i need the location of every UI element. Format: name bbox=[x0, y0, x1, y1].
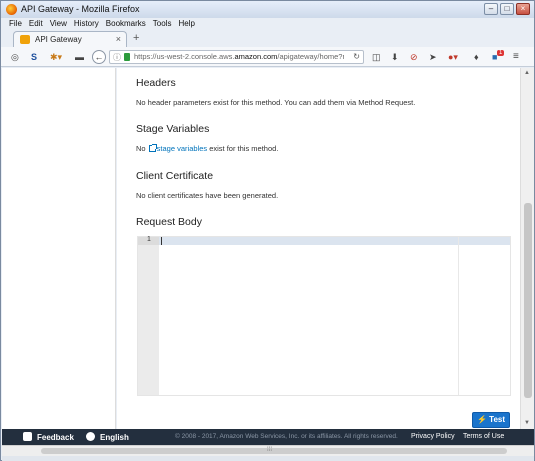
active-line bbox=[138, 237, 510, 245]
status-bar bbox=[2, 456, 534, 461]
new-tab-button[interactable]: + bbox=[133, 32, 139, 44]
title-bar: API Gateway - Mozilla Firefox – □ × bbox=[1, 1, 534, 18]
language-selector[interactable]: English bbox=[100, 433, 129, 442]
navigation-bar: ◎ S ✱▾ ▬ ← ⓘ https://us-west-2.console.a… bbox=[1, 47, 534, 67]
tab-bar: API Gateway × + bbox=[1, 30, 534, 47]
extension-icon[interactable]: ✱▾ bbox=[50, 52, 62, 62]
menu-file[interactable]: File bbox=[9, 18, 22, 30]
text-cursor bbox=[161, 237, 162, 245]
request-body-editor[interactable]: 1 bbox=[137, 236, 511, 396]
skype-icon[interactable]: S bbox=[31, 52, 37, 62]
feedback-icon bbox=[23, 432, 32, 441]
back-button[interactable]: ← bbox=[92, 50, 106, 64]
privacy-policy-link[interactable]: Privacy Policy bbox=[411, 433, 455, 440]
menu-tools[interactable]: Tools bbox=[153, 18, 172, 30]
menu-bookmarks[interactable]: Bookmarks bbox=[106, 18, 146, 30]
request-body-title: Request Body bbox=[136, 216, 202, 228]
stage-variables-title: Stage Variables bbox=[136, 123, 210, 135]
client-certificate-title: Client Certificate bbox=[136, 170, 214, 182]
stage-variables-link[interactable]: stage variables bbox=[157, 144, 207, 153]
headers-text: No header parameters exist for this meth… bbox=[136, 98, 416, 107]
window-title: API Gateway - Mozilla Firefox bbox=[21, 4, 140, 14]
copyright-text: © 2008 - 2017, Amazon Web Services, Inc.… bbox=[175, 433, 398, 440]
client-certificate-text: No client certificates have been generat… bbox=[136, 191, 279, 200]
menu-bar: File Edit View History Bookmarks Tools H… bbox=[1, 18, 534, 30]
tab-close-icon[interactable]: × bbox=[116, 34, 121, 44]
test-button[interactable]: ⚡ Test bbox=[472, 412, 510, 428]
external-link-icon bbox=[148, 144, 157, 152]
scrollbar-grip-icon: ⁞⁞⁞ bbox=[267, 447, 273, 453]
firefox-logo-icon bbox=[6, 4, 17, 15]
pocket-icon[interactable]: ◫ bbox=[372, 52, 381, 62]
headers-title: Headers bbox=[136, 77, 176, 89]
notification-badge: 1 bbox=[497, 50, 505, 56]
editor-gutter bbox=[138, 237, 159, 395]
tab-label: API Gateway bbox=[35, 35, 82, 44]
scrollbar-thumb[interactable] bbox=[524, 203, 532, 398]
globe-icon bbox=[86, 432, 95, 441]
minimize-button[interactable]: – bbox=[484, 3, 498, 15]
tab-api-gateway[interactable]: API Gateway × bbox=[13, 31, 127, 47]
print-margin bbox=[458, 237, 459, 395]
vertical-scrollbar[interactable]: ▲ ▼ bbox=[520, 68, 534, 429]
url-text[interactable]: https://us-west-2.console.aws.amazon.com… bbox=[134, 52, 344, 61]
rss-icon[interactable]: ◎ bbox=[11, 52, 19, 62]
adblock-icon[interactable]: ●▾ bbox=[448, 52, 458, 62]
menu-icon[interactable]: ≡ bbox=[513, 52, 519, 62]
menu-help[interactable]: Help bbox=[178, 18, 194, 30]
line-number: 1 bbox=[147, 236, 151, 243]
menu-history[interactable]: History bbox=[74, 18, 99, 30]
scroll-up-icon[interactable]: ▲ bbox=[524, 70, 530, 76]
menu-edit[interactable]: Edit bbox=[29, 18, 43, 30]
menu-view[interactable]: View bbox=[50, 18, 67, 30]
reload-icon[interactable]: ↻ bbox=[353, 52, 360, 61]
sidebar bbox=[2, 68, 116, 429]
close-button[interactable]: × bbox=[516, 3, 530, 15]
footer-bar: Feedback English © 2008 - 2017, Amazon W… bbox=[2, 429, 534, 445]
maximize-button[interactable]: □ bbox=[500, 3, 514, 15]
main-content: Headers No header parameters exist for t… bbox=[117, 68, 520, 429]
terms-of-use-link[interactable]: Terms of Use bbox=[463, 433, 504, 440]
block-icon[interactable]: ⊘ bbox=[410, 52, 418, 62]
feedback-link[interactable]: Feedback bbox=[37, 433, 74, 442]
send-icon[interactable]: ➤ bbox=[429, 52, 437, 62]
lock-icon bbox=[124, 53, 130, 61]
scroll-down-icon[interactable]: ▼ bbox=[524, 420, 530, 426]
stage-variables-text: No stage variables exist for this method… bbox=[136, 144, 279, 153]
puzzle-icon[interactable]: ♦ bbox=[474, 52, 479, 62]
horizontal-scrollbar[interactable]: ⁞⁞⁞ bbox=[2, 445, 534, 456]
download-icon[interactable]: ⬇ bbox=[391, 52, 399, 62]
library-icon[interactable]: ▬ bbox=[75, 52, 84, 62]
url-bar[interactable]: ⓘ https://us-west-2.console.aws.amazon.c… bbox=[109, 50, 364, 64]
aws-favicon-icon bbox=[20, 35, 30, 44]
horizontal-scrollbar-thumb[interactable] bbox=[41, 448, 507, 454]
lightning-icon: ⚡ bbox=[476, 415, 487, 424]
info-icon[interactable]: ⓘ bbox=[113, 52, 121, 63]
browser-window: API Gateway - Mozilla Firefox – □ × File… bbox=[0, 0, 535, 461]
